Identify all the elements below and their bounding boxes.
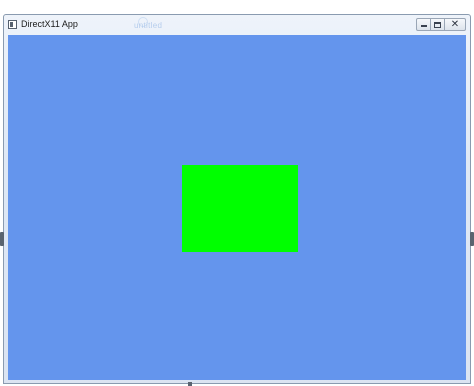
- window-controls: ✕: [416, 18, 466, 31]
- minimize-button[interactable]: [416, 18, 431, 31]
- close-button[interactable]: ✕: [444, 18, 466, 31]
- close-icon: ✕: [450, 19, 460, 30]
- minimize-icon: [421, 25, 427, 27]
- background-window-title: untitled: [134, 21, 163, 30]
- render-viewport[interactable]: [8, 35, 466, 380]
- maximize-button[interactable]: [430, 18, 445, 31]
- right-resize-handle[interactable]: [470, 232, 474, 246]
- desktop: DirectX11 App untitled ✕: [0, 0, 474, 386]
- rendered-green-quad: [182, 165, 298, 252]
- left-resize-handle[interactable]: [0, 232, 4, 246]
- app-window-icon[interactable]: [8, 20, 17, 29]
- title-bar[interactable]: DirectX11 App untitled ✕: [4, 15, 470, 35]
- maximize-icon: [434, 22, 441, 28]
- bottom-resize-handle[interactable]: [188, 382, 192, 386]
- app-window: DirectX11 App untitled ✕: [3, 14, 471, 384]
- window-title: DirectX11 App: [21, 19, 78, 29]
